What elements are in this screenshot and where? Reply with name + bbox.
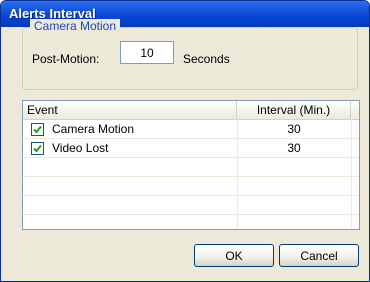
post-motion-label: Post-Motion: (32, 52, 100, 66)
seconds-label: Seconds (183, 52, 230, 66)
event-interval: 30 (287, 122, 301, 136)
column-header-event[interactable]: Event (23, 101, 237, 119)
event-list-header: Event Interval (Min.) (23, 101, 359, 120)
camera-motion-group-legend: Camera Motion (30, 19, 121, 33)
checkmark-icon (33, 144, 42, 153)
empty-row (23, 158, 359, 177)
event-name: Video Lost (52, 141, 109, 155)
list-item[interactable]: Camera Motion 30 (23, 120, 359, 139)
empty-row (23, 196, 359, 215)
row-checkbox[interactable] (31, 123, 44, 136)
event-list[interactable]: Event Interval (Min.) Camera Motion 30 V… (22, 100, 360, 230)
checkmark-icon (33, 125, 42, 134)
list-item[interactable]: Video Lost 30 (23, 139, 359, 158)
row-checkbox[interactable] (31, 142, 44, 155)
empty-row (23, 177, 359, 196)
column-header-interval[interactable]: Interval (Min.) (237, 101, 351, 119)
event-name: Camera Motion (52, 122, 135, 136)
event-interval: 30 (287, 141, 301, 155)
column-header-filler (351, 101, 359, 119)
post-motion-input[interactable] (120, 41, 174, 64)
cancel-button[interactable]: Cancel (279, 244, 359, 267)
ok-button[interactable]: OK (194, 244, 274, 267)
